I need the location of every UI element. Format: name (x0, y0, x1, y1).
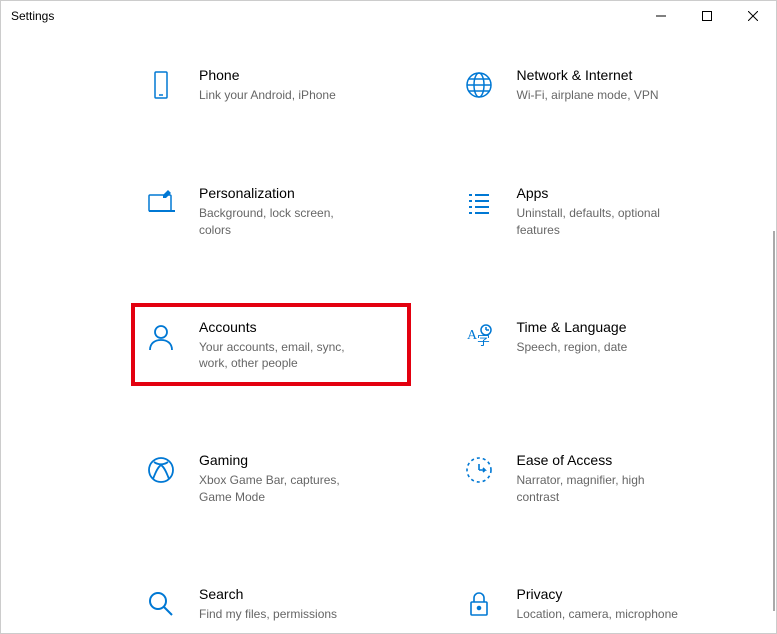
maximize-button[interactable] (684, 1, 730, 31)
category-title: Privacy (517, 586, 678, 602)
phone-icon (141, 65, 181, 105)
category-title: Phone (199, 67, 336, 83)
category-gaming[interactable]: Gaming Xbox Game Bar, captures, Game Mod… (131, 436, 411, 520)
window-controls (638, 1, 776, 31)
category-desc: Wi-Fi, airplane mode, VPN (517, 87, 659, 104)
category-desc: Uninstall, defaults, optional features (517, 205, 687, 239)
category-title: Accounts (199, 319, 369, 335)
category-personalization[interactable]: Personalization Background, lock screen,… (131, 169, 411, 253)
category-desc: Speech, region, date (517, 339, 628, 356)
category-search[interactable]: Search Find my files, permissions (131, 570, 411, 633)
scrollbar-thumb[interactable] (773, 231, 775, 611)
person-icon (141, 317, 181, 357)
category-privacy[interactable]: Privacy Location, camera, microphone (449, 570, 729, 633)
close-button[interactable] (730, 1, 776, 31)
category-title: Network & Internet (517, 67, 659, 83)
category-accounts[interactable]: Accounts Your accounts, email, sync, wor… (131, 303, 411, 387)
category-desc: Narrator, magnifier, high contrast (517, 472, 687, 506)
category-desc: Xbox Game Bar, captures, Game Mode (199, 472, 369, 506)
category-title: Ease of Access (517, 452, 687, 468)
category-network[interactable]: Network & Internet Wi-Fi, airplane mode,… (449, 51, 729, 119)
category-title: Apps (517, 185, 687, 201)
globe-icon (459, 65, 499, 105)
search-icon (141, 584, 181, 624)
category-desc: Link your Android, iPhone (199, 87, 336, 104)
window-title: Settings (11, 9, 54, 23)
category-desc: Background, lock screen, colors (199, 205, 369, 239)
xbox-icon (141, 450, 181, 490)
category-title: Personalization (199, 185, 369, 201)
apps-icon (459, 183, 499, 223)
category-desc: Location, camera, microphone (517, 606, 678, 623)
personalization-icon (141, 183, 181, 223)
time-language-icon: A字 (459, 317, 499, 357)
category-title: Search (199, 586, 337, 602)
category-phone[interactable]: Phone Link your Android, iPhone (131, 51, 411, 119)
titlebar: Settings (1, 1, 776, 31)
lock-icon (459, 584, 499, 624)
minimize-button[interactable] (638, 1, 684, 31)
category-desc: Find my files, permissions (199, 606, 337, 623)
category-title: Time & Language (517, 319, 628, 335)
category-grid: Phone Link your Android, iPhone Network … (1, 51, 776, 633)
category-desc: Your accounts, email, sync, work, other … (199, 339, 369, 373)
scrollbar[interactable] (772, 231, 776, 633)
category-title: Gaming (199, 452, 369, 468)
content-area: Phone Link your Android, iPhone Network … (1, 31, 776, 633)
category-ease-of-access[interactable]: Ease of Access Narrator, magnifier, high… (449, 436, 729, 520)
category-time-language[interactable]: A字 Time & Language Speech, region, date (449, 303, 729, 387)
category-apps[interactable]: Apps Uninstall, defaults, optional featu… (449, 169, 729, 253)
ease-of-access-icon (459, 450, 499, 490)
